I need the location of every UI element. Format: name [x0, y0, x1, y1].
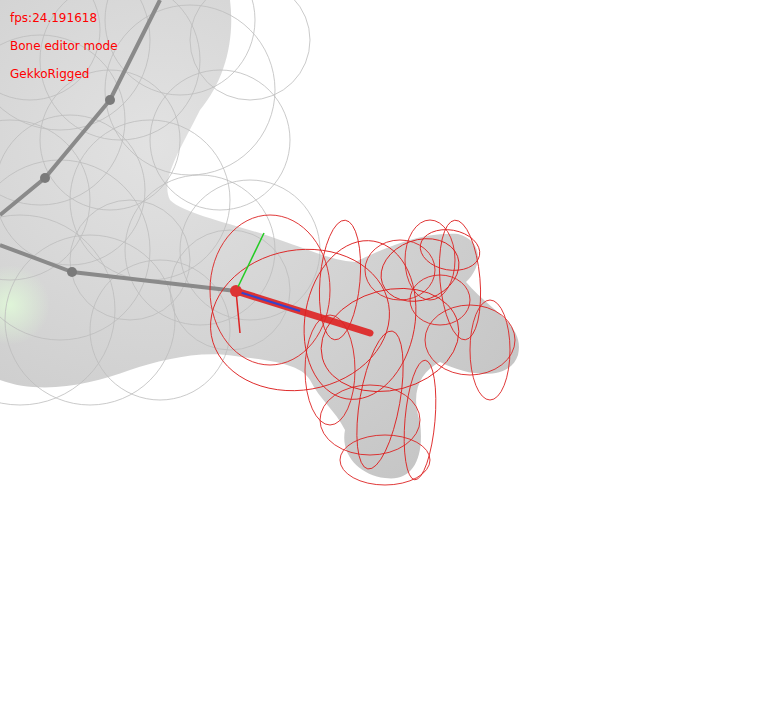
overlay: fps:24.191618 Bone editor mode GekkoRigged — [10, 10, 118, 94]
viewport[interactable] — [0, 0, 781, 718]
fps-readout: fps:24.191618 — [10, 10, 118, 26]
bone[interactable] — [0, 0, 160, 215]
selected-envelopes — [199, 215, 515, 485]
mode-label: Bone editor mode — [10, 38, 118, 54]
axis-gizmo[interactable] — [231, 233, 264, 333]
bone-envelopes — [0, 0, 320, 405]
viewport-frame: fps:24.191618 Bone editor mode GekkoRigged — [0, 0, 781, 718]
gecko-mesh — [0, 0, 519, 479]
bone[interactable] — [0, 245, 236, 291]
model-name: GekkoRigged — [10, 66, 118, 82]
